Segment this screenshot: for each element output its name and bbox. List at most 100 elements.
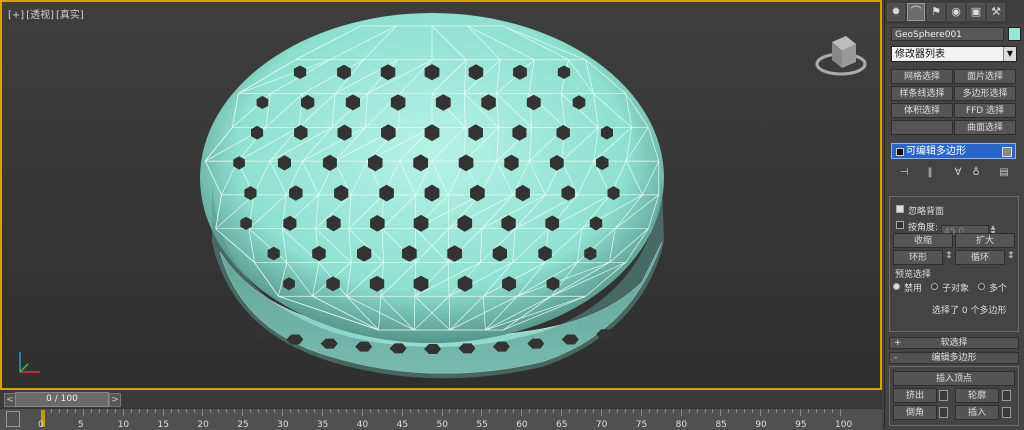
configure-sets-icon[interactable]: ▤ [997, 166, 1011, 180]
tick-mark [442, 409, 443, 416]
tick-mark [601, 409, 602, 416]
shrink-button[interactable]: 收缩 [893, 233, 953, 248]
patch-select-button[interactable]: 面片选择 [954, 69, 1016, 84]
spline-select-button[interactable]: 样条线选择 [891, 86, 953, 101]
bevel-button[interactable]: 倒角 [893, 405, 937, 420]
preview-multi-radio[interactable] [978, 283, 985, 290]
vol-select-button[interactable]: 体积选择 [891, 103, 953, 118]
show-end-result-icon[interactable]: ‖ [923, 166, 937, 180]
insert-vertex-button[interactable]: 插入顶点 [893, 371, 1015, 386]
loop-button[interactable]: 循环 [955, 250, 1005, 265]
minor-tick [816, 409, 817, 413]
command-panel: ✹ ⌒ ⚑ ◉ ▣ ⚒ GeoSphere001 修改器列表 ▼ 网格选择 面片… [884, 0, 1024, 429]
extrude-button[interactable]: 挤出 [893, 388, 937, 403]
minor-tick [346, 409, 347, 413]
ffd-select-button[interactable]: FFD 选择 [954, 103, 1016, 118]
by-angle-checkbox[interactable] [896, 221, 904, 229]
minor-tick [75, 409, 76, 413]
preview-subobject-radio[interactable] [931, 283, 938, 290]
viewport-label[interactable]: [+][透视][真实] [8, 6, 86, 21]
minor-tick [194, 409, 195, 413]
tick-mark [402, 409, 403, 416]
time-slider[interactable]: 0 / 100 [15, 392, 109, 407]
modifier-stack-item[interactable]: 可编辑多边形 [891, 143, 1016, 159]
minor-tick [418, 409, 419, 413]
minor-tick [744, 409, 745, 413]
ring-spinner-icon[interactable]: ⇕ [945, 251, 953, 261]
edit-polygons-rollout[interactable]: -编辑多边形 [889, 352, 1019, 364]
axis-tripod-icon [14, 348, 48, 378]
motion-tab[interactable]: ◉ [947, 3, 965, 21]
minor-tick [51, 409, 52, 413]
tick-mark [322, 409, 323, 416]
tick-mark [561, 409, 562, 416]
display-tab[interactable]: ▣ [967, 3, 985, 21]
outline-button[interactable]: 轮廓 [955, 388, 999, 403]
modify-tab[interactable]: ⌒ [907, 3, 925, 21]
minor-tick [378, 409, 379, 413]
empty-modifier-button[interactable] [891, 120, 953, 135]
minor-tick [736, 409, 737, 413]
ring-button[interactable]: 环形 [893, 250, 943, 265]
minor-tick [147, 409, 148, 413]
grow-button[interactable]: 扩大 [955, 233, 1015, 248]
minor-tick [171, 409, 172, 413]
surface-select-button[interactable]: 曲面选择 [954, 120, 1016, 135]
minor-tick [59, 409, 60, 413]
viewport-shading-mode[interactable]: [真实] [56, 10, 84, 21]
make-unique-icon[interactable]: ∀ [951, 166, 965, 180]
hierarchy-tab[interactable]: ⚑ [927, 3, 945, 21]
pin-stack-icon[interactable]: ⊣ [897, 166, 911, 180]
create-tab[interactable]: ✹ [887, 3, 905, 21]
by-angle-label: 按角度: [908, 220, 938, 233]
minor-tick [370, 409, 371, 413]
viewport-view-name[interactable]: [透视] [26, 10, 54, 21]
minor-tick [290, 409, 291, 413]
minor-tick [473, 409, 474, 413]
object-name-field[interactable]: GeoSphere001 [891, 27, 1004, 41]
time-next-button[interactable]: > [109, 393, 121, 407]
ignore-backfacing-checkbox[interactable] [896, 205, 904, 213]
tick-mark [202, 409, 203, 416]
inset-button[interactable]: 插入 [955, 405, 999, 420]
minor-tick [617, 409, 618, 413]
remove-modifier-icon[interactable]: ♁ [969, 166, 983, 180]
poly-select-button[interactable]: 多边形选择 [954, 86, 1016, 101]
utilities-tab[interactable]: ⚒ [987, 3, 1005, 21]
modifier-list-dropdown[interactable]: 修改器列表 ▼ [891, 46, 1017, 62]
minor-tick [186, 409, 187, 413]
chevron-down-icon[interactable]: ▼ [1003, 47, 1016, 61]
perspective-viewport[interactable]: [+][透视][真实] [0, 0, 882, 390]
tick-mark [760, 409, 761, 416]
minor-tick [338, 409, 339, 413]
extrude-settings-icon[interactable] [939, 390, 948, 401]
stack-bulb-icon[interactable] [896, 148, 904, 156]
minor-tick [824, 409, 825, 413]
viewcube-icon[interactable] [812, 24, 870, 82]
minor-tick [625, 409, 626, 413]
minor-tick [115, 409, 116, 413]
minor-tick [394, 409, 395, 413]
soft-selection-rollout[interactable]: +软选择 [889, 337, 1019, 349]
geosphere-mesh[interactable] [2, 2, 882, 390]
minor-tick [139, 409, 140, 413]
inset-settings-icon[interactable] [1002, 407, 1011, 418]
minor-tick [218, 409, 219, 413]
minor-tick [250, 409, 251, 413]
preview-disabled-radio[interactable] [893, 283, 900, 290]
loop-spinner-icon[interactable]: ⇕ [1007, 251, 1015, 261]
stack-tools: ⊣ ‖ ∀ ♁ ▤ [893, 166, 1018, 180]
minor-tick [330, 409, 331, 413]
track-bar-toggle-icon[interactable] [6, 411, 20, 427]
preview-multi-label: 多个 [989, 281, 1007, 294]
outline-settings-icon[interactable] [1002, 390, 1011, 401]
mesh-select-button[interactable]: 网格选择 [891, 69, 953, 84]
object-color-swatch[interactable] [1008, 27, 1021, 41]
viewport-menu-plus[interactable]: [+] [8, 10, 24, 21]
stack-item-box-icon[interactable] [1002, 147, 1012, 157]
minor-tick [633, 409, 634, 413]
tick-mark [43, 409, 44, 416]
track-bar[interactable]: 0510152025303540455055606570758085909510… [0, 408, 882, 430]
tick-mark [163, 409, 164, 416]
bevel-settings-icon[interactable] [939, 407, 948, 418]
